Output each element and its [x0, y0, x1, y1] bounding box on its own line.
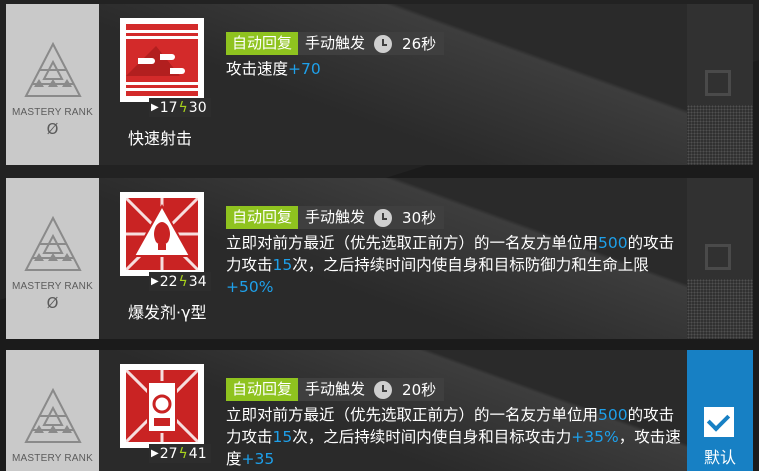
rapid-fire-icon	[120, 18, 204, 102]
clock-icon	[374, 380, 393, 399]
skill-card-3[interactable]: MASTERY RANK ▶ 27 ϟ 41 自动回复 手动触发 20秒 立即对前方最…	[6, 350, 753, 471]
sp-cost: ▶ 27 ϟ 41	[149, 444, 211, 463]
skill-name: 快速射击	[128, 129, 193, 148]
recovery-tag: 自动回复	[226, 206, 299, 229]
mastery-triangle-icon	[24, 42, 82, 97]
desc-text: 次，之后持续时间内使自身和目标攻击力	[292, 428, 572, 446]
skill-description: 攻击速度+70	[226, 58, 686, 80]
sp-cost: ▶ 22 ϟ 34	[149, 272, 211, 291]
lightning-icon: ϟ	[178, 445, 188, 462]
desc-value: 15	[272, 256, 293, 274]
desc-value: +50%	[226, 278, 274, 296]
sp-initial: 17	[159, 99, 178, 116]
mastery-rank-value: Ø	[46, 294, 59, 312]
desc-value: +70	[288, 60, 321, 78]
clock-icon	[374, 34, 393, 53]
desc-value: +35	[241, 450, 275, 468]
select-checkbox-selected[interactable]: 默认	[687, 350, 753, 471]
duration-value: 30秒	[402, 209, 437, 227]
recovery-tag: 自动回复	[226, 378, 299, 401]
mastery-triangle-icon	[24, 388, 82, 443]
mastery-panel: MASTERY RANK Ø	[6, 178, 99, 339]
recovery-tag: 自动回复	[226, 32, 299, 55]
burst-agent-icon	[120, 364, 204, 448]
trigger-tag: 手动触发	[298, 32, 373, 55]
duration-value: 26秒	[402, 35, 437, 53]
skill-card-1[interactable]: MASTERY RANK Ø ▶17ϟ30 快速射击 自动回复 手动触发	[6, 4, 753, 165]
sp-total: 30	[188, 99, 207, 116]
desc-text: 立即对前方最近（优先选取正前方）的一名友方单位用	[226, 234, 599, 252]
skill-tags: 自动回复 手动触发 30秒	[226, 206, 445, 229]
default-label: 默认	[703, 448, 736, 467]
mastery-rank-label: MASTERY RANK	[12, 281, 93, 292]
lightning-icon: ϟ	[178, 273, 188, 290]
desc-text: 次，之后持续时间内使自身和目标防御力和生命上限	[292, 256, 649, 274]
mastery-rank-value: Ø	[46, 120, 59, 138]
desc-value: 500	[598, 234, 628, 252]
desc-value: 15	[272, 428, 293, 446]
desc-text: 攻击速度	[226, 60, 289, 78]
checkbox-empty-icon	[705, 244, 731, 270]
select-checkbox[interactable]	[687, 178, 753, 339]
duration-tag: 20秒	[372, 378, 445, 401]
sp-initial: 27	[159, 445, 178, 462]
duration-tag: 30秒	[372, 206, 445, 229]
skill-description: 立即对前方最近（优先选取正前方）的一名友方单位用500的攻击力攻击15次，之后持…	[226, 232, 686, 298]
checkbox-empty-icon	[705, 70, 731, 96]
trigger-tag: 手动触发	[298, 206, 373, 229]
desc-value: 500	[598, 406, 628, 424]
skill-description: 立即对前方最近（优先选取正前方）的一名友方单位用500的攻击力攻击15次，之后持…	[226, 404, 686, 470]
duration-tag: 26秒	[372, 32, 445, 55]
skill-tags: 自动回复 手动触发 26秒	[226, 32, 445, 55]
desc-text: 立即对前方最近（优先选取正前方）的一名友方单位用	[226, 406, 599, 424]
skill-name: 爆发剂·γ型	[128, 303, 207, 322]
mastery-triangle-icon	[24, 216, 82, 271]
mastery-rank-label: MASTERY RANK	[12, 453, 93, 464]
skill-tags: 自动回复 手动触发 20秒	[226, 378, 445, 401]
mastery-panel: MASTERY RANK Ø	[6, 4, 99, 165]
mastery-rank-label: MASTERY RANK	[12, 107, 93, 118]
sp-total: 41	[188, 445, 207, 462]
sp-initial: 22	[159, 273, 178, 290]
trigger-tag: 手动触发	[298, 378, 373, 401]
lightning-icon: ϟ	[178, 99, 188, 116]
sp-cost: ▶ 17 ϟ 30	[149, 98, 211, 117]
skill-card-2[interactable]: MASTERY RANK Ø ▶ 22 ϟ 34 爆发剂·γ型 自动回复 手动触发 3…	[6, 178, 753, 339]
burst-agent-gamma-icon	[120, 192, 204, 276]
clock-icon	[374, 208, 393, 227]
duration-value: 20秒	[402, 381, 437, 399]
select-checkbox[interactable]	[687, 4, 753, 165]
mastery-panel: MASTERY RANK	[6, 350, 99, 471]
desc-value: +35%	[571, 428, 619, 446]
sp-total: 34	[188, 273, 207, 290]
checkmark-icon	[704, 407, 734, 437]
